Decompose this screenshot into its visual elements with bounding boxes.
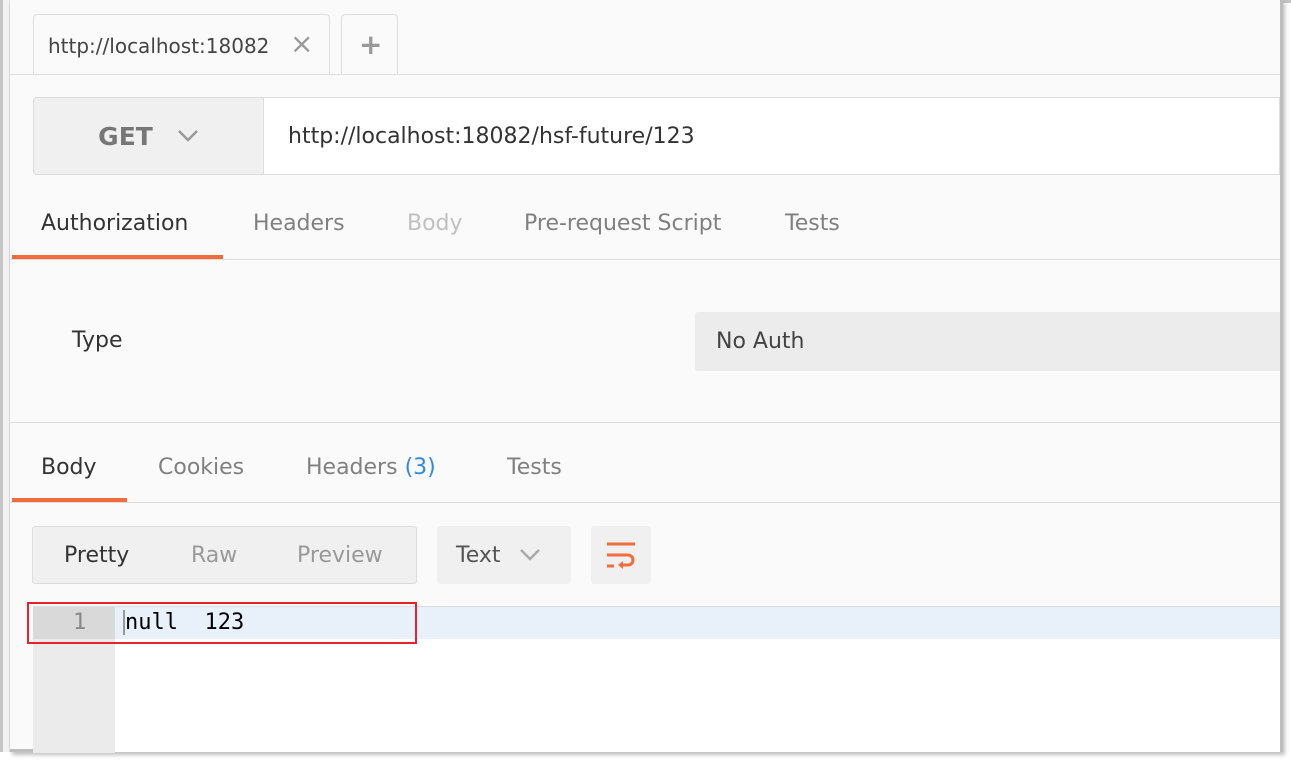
tab-authorization[interactable]: Authorization — [41, 211, 188, 236]
wrap-lines-icon — [607, 542, 635, 569]
divider — [10, 259, 1280, 260]
tab-label: Headers — [306, 455, 398, 480]
highlight-box — [27, 602, 417, 644]
tab-label: http://localhost:18082 — [48, 34, 270, 58]
chevron-down-icon — [177, 130, 198, 142]
sidebar-edge — [0, 0, 10, 752]
method-select[interactable]: GET — [33, 97, 264, 175]
tab-headers[interactable]: Headers — [253, 211, 345, 236]
close-icon[interactable]: × — [290, 27, 313, 60]
wrap-lines-button[interactable] — [591, 526, 651, 584]
tab-response-body[interactable]: Body — [41, 455, 97, 480]
tab-cookies[interactable]: Cookies — [158, 455, 244, 480]
preview-button[interactable]: Preview — [297, 543, 383, 568]
tab-response-tests[interactable]: Tests — [507, 455, 562, 480]
divider — [10, 502, 1280, 503]
plus-icon: + — [359, 28, 383, 61]
method-label: GET — [98, 121, 153, 151]
view-mode-group: Pretty Raw Preview — [32, 526, 417, 584]
pretty-button[interactable]: Pretty — [64, 543, 129, 568]
divider — [10, 74, 1280, 75]
type-label: Type — [72, 328, 123, 353]
format-select[interactable]: Text — [437, 526, 571, 584]
auth-type-value: No Auth — [716, 329, 805, 354]
tab-tests[interactable]: Tests — [785, 211, 840, 236]
raw-button[interactable]: Raw — [191, 543, 237, 568]
format-value: Text — [456, 542, 501, 568]
headers-count-badge: (3) — [404, 455, 436, 480]
tab-response-headers[interactable]: Headers (3) — [306, 455, 436, 480]
url-input[interactable]: http://localhost:18082/hsf-future/123 — [263, 97, 1280, 175]
tab-body[interactable]: Body — [407, 211, 463, 236]
auth-type-select[interactable]: No Auth — [695, 312, 1280, 371]
chevron-down-icon — [519, 549, 540, 561]
tab-request[interactable]: http://localhost:18082 × — [33, 14, 330, 75]
tab-pre-request-script[interactable]: Pre-request Script — [524, 211, 721, 236]
divider — [10, 422, 1280, 423]
new-tab-button[interactable]: + — [341, 14, 398, 75]
